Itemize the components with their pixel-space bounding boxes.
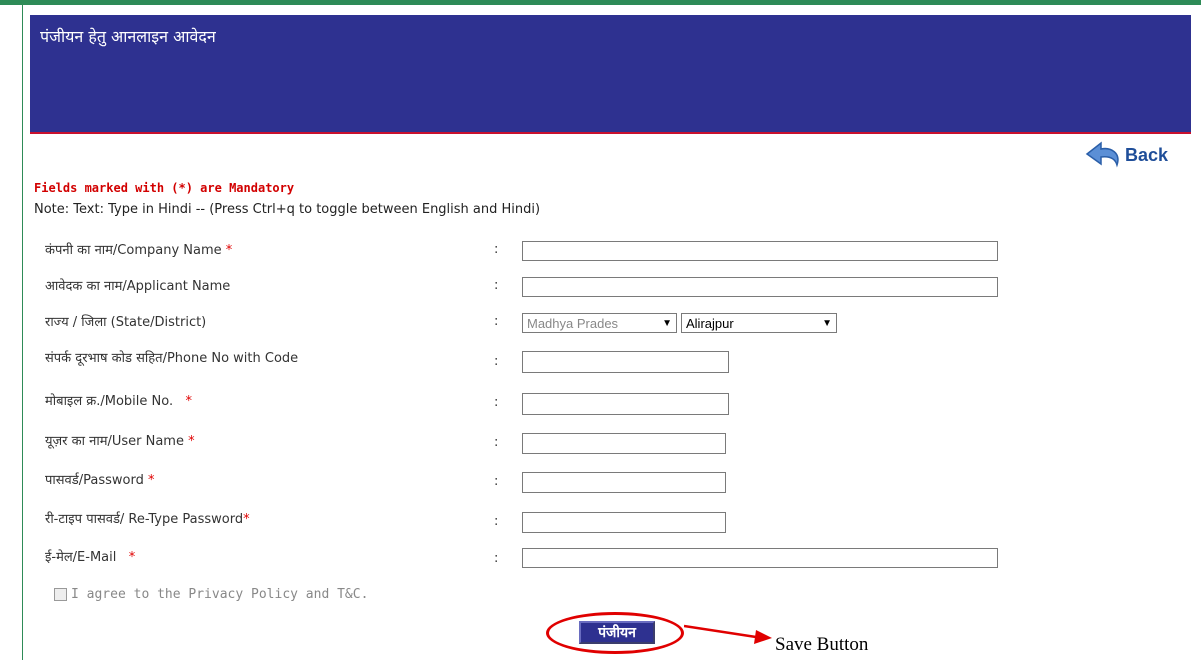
back-arrow-icon	[1085, 141, 1119, 168]
required-star: *	[243, 512, 250, 527]
hindi-typing-note: Note: Text: Type in Hindi -- (Press Ctrl…	[34, 202, 541, 217]
retype-password-input[interactable]	[522, 512, 726, 533]
back-label: Back	[1125, 144, 1169, 165]
username-label: यूज़र का नाम/User Name *	[45, 434, 195, 449]
save-button-annotation: Save Button	[775, 634, 869, 655]
agree-label: I agree to the Privacy Policy and T&C.	[71, 587, 369, 602]
separator: :	[494, 354, 499, 369]
password-label: पासवर्ड/Password *	[45, 473, 155, 488]
annotation-arrow	[684, 624, 772, 644]
separator: :	[494, 474, 499, 489]
page-header: पंजीयन हेतु आनलाइन आवेदन	[30, 15, 1191, 134]
chevron-down-icon: ▼	[822, 317, 832, 329]
register-button[interactable]: पंजीयन	[579, 621, 655, 644]
state-select[interactable]: Madhya Prades ▼	[522, 313, 677, 333]
back-button[interactable]: Back	[1085, 140, 1168, 170]
phone-label: संपर्क दूरभाष कोड सहित/Phone No with Cod…	[45, 351, 299, 366]
required-star: *	[128, 550, 136, 565]
phone-input[interactable]	[522, 351, 729, 373]
email-input[interactable]	[522, 548, 998, 568]
applicant-name-label: आवेदक का नाम/Applicant Name	[45, 279, 231, 294]
company-name-input[interactable]	[522, 241, 998, 261]
email-label: ई-मेल/E-Mail *	[45, 550, 136, 565]
chevron-down-icon: ▼	[662, 317, 672, 329]
required-star: *	[188, 434, 195, 449]
mandatory-note: Fields marked with (*) are Mandatory	[34, 181, 295, 195]
agree-checkbox[interactable]	[54, 588, 67, 601]
separator: :	[494, 395, 499, 410]
agree-row: I agree to the Privacy Policy and T&C.	[54, 587, 368, 602]
state-value: Madhya Prades	[527, 315, 619, 331]
required-star: *	[225, 243, 233, 258]
company-name-label: कंपनी का नाम/Company Name *	[45, 243, 233, 258]
separator: :	[494, 314, 499, 329]
district-value: Alirajpur	[686, 315, 734, 331]
district-select[interactable]: Alirajpur ▼	[681, 313, 837, 333]
required-star: *	[185, 394, 193, 409]
applicant-name-input[interactable]	[522, 277, 998, 297]
password-input[interactable]	[522, 472, 726, 493]
separator: :	[494, 514, 499, 529]
username-input[interactable]	[522, 433, 726, 454]
separator: :	[494, 435, 499, 450]
mobile-input[interactable]	[522, 393, 729, 415]
page-title: पंजीयन हेतु आनलाइन आवेदन	[40, 27, 216, 46]
separator: :	[494, 551, 499, 566]
mobile-label: मोबाइल क्र./Mobile No. *	[45, 394, 193, 409]
required-star: *	[147, 473, 155, 488]
state-district-label: राज्य / जिला (State/District)	[45, 315, 207, 330]
retype-password-label: री-टाइप पासवर्ड/ Re-Type Password*	[45, 512, 250, 527]
separator: :	[494, 242, 499, 257]
separator: :	[494, 278, 499, 293]
